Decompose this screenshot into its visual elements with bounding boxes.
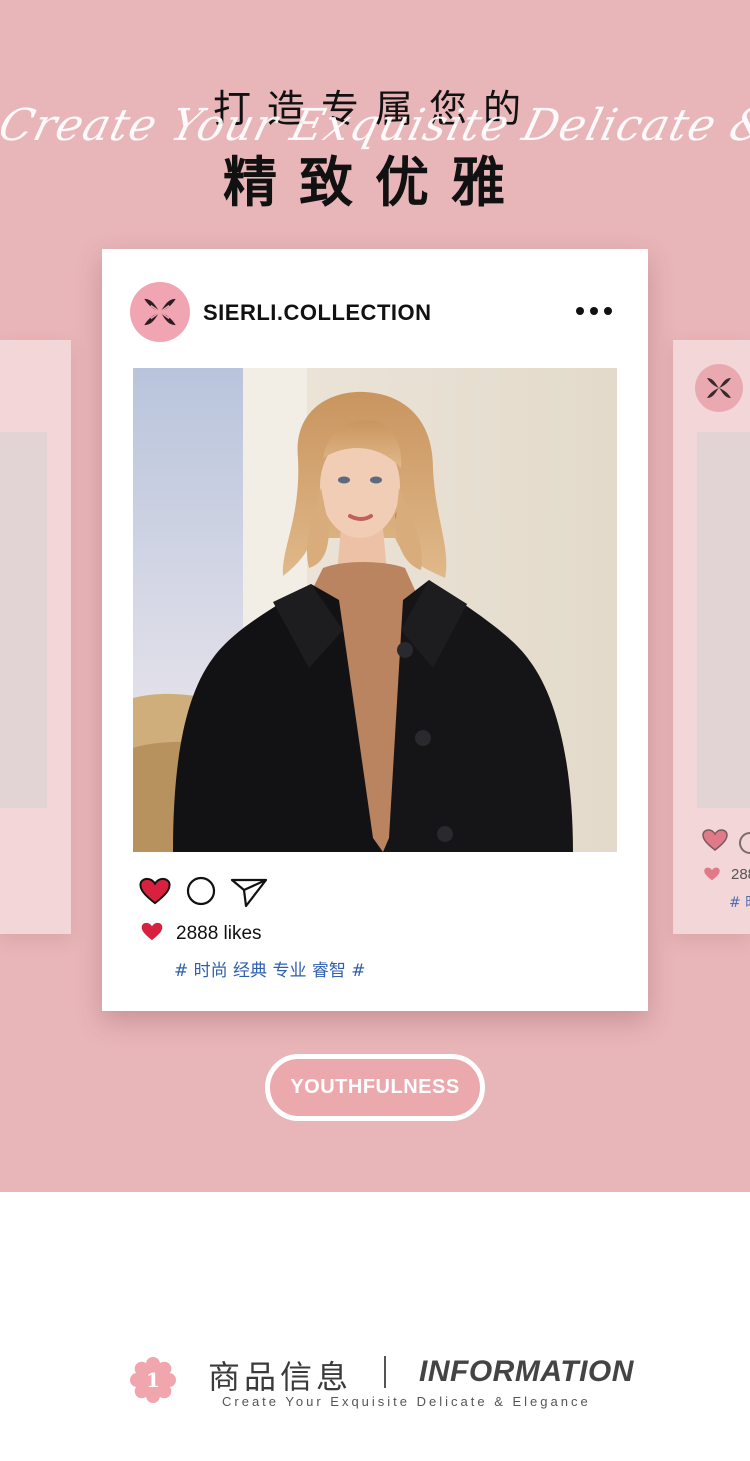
section-divider — [384, 1356, 386, 1388]
section-title-cn: 商品信息 — [208, 1358, 353, 1396]
post-card: SIERLI.COLLECTION 2888 likes # 时尚 经典 专业 … — [102, 249, 648, 1011]
small-heart-icon — [704, 867, 720, 881]
account-name[interactable]: SIERLI.COLLECTION — [203, 300, 432, 326]
more-dots-icon[interactable] — [576, 307, 612, 315]
post-hashtags[interactable]: # 时尚 经典 专业 睿智 # — [174, 956, 366, 981]
avatar[interactable] — [130, 282, 190, 342]
ghost-photo-placeholder — [0, 432, 47, 808]
post-actions — [138, 876, 278, 910]
ghost-likes-text: 288 — [731, 866, 750, 883]
brand-logo-icon — [707, 378, 731, 398]
section-title-en: INFORMATION — [419, 1355, 634, 1388]
ghost-avatar — [695, 364, 743, 412]
heart-icon — [702, 829, 728, 851]
post-photo — [133, 368, 617, 852]
ghost-card-left — [0, 340, 71, 934]
section-number: 1 — [146, 1368, 160, 1392]
ghost-hashtags: # 时 — [729, 895, 750, 911]
youthfulness-badge[interactable]: YOUTHFULNESS — [265, 1054, 485, 1121]
likes-count: 2888 likes — [176, 923, 262, 944]
badge-label: YOUTHFULNESS — [290, 1076, 460, 1098]
share-icon[interactable] — [230, 876, 268, 908]
model-photo-illustration — [133, 368, 617, 852]
ghost-card-right: 288 # 时 — [673, 340, 750, 934]
section-subtitle: Create Your Exquisite Delicate & Eleganc… — [222, 1394, 591, 1409]
ghost-photo-placeholder — [697, 432, 750, 808]
comment-icon[interactable] — [186, 876, 216, 906]
heart-icon[interactable] — [138, 876, 172, 906]
brand-logo-icon — [144, 298, 176, 326]
comment-icon — [739, 832, 750, 854]
hero-title-line2: 精致优雅 — [223, 151, 527, 214]
likes-heart-icon — [141, 922, 163, 941]
hero-banner: 打造专属您的 Create Your Exquisite Delicate & … — [0, 0, 750, 1192]
flower-number-icon: 1 — [130, 1357, 176, 1403]
